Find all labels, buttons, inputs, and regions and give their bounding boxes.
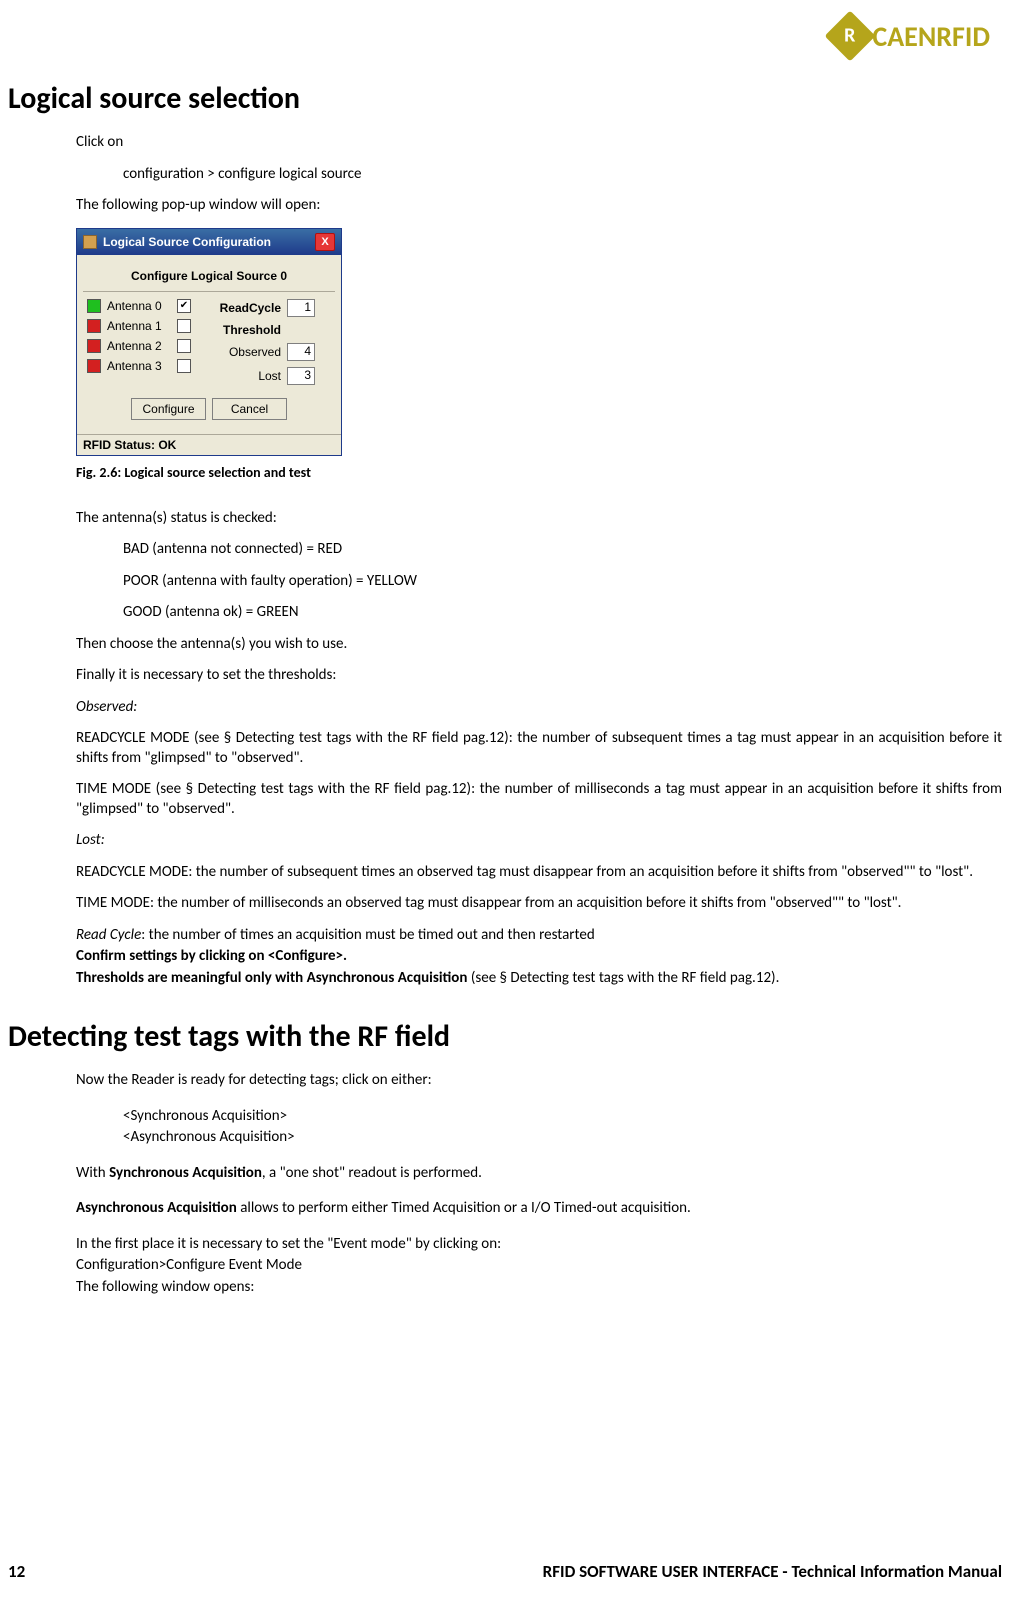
cancel-button[interactable]: Cancel	[212, 398, 287, 420]
close-button[interactable]: X	[315, 233, 335, 251]
antenna-label: Antenna 2	[107, 339, 177, 353]
lost-input[interactable]: 3	[287, 367, 315, 385]
text-menu-path: configuration > configure logical source	[123, 165, 1002, 185]
text-thresholds-note: Thresholds are meaningful only with Asyn…	[76, 969, 1002, 989]
threshold-label: Threshold	[207, 323, 287, 337]
figure-caption: Fig. 2.6: Logical source selection and t…	[76, 464, 1002, 481]
observed-input[interactable]: 4	[287, 343, 315, 361]
antenna-row: Antenna 2	[83, 336, 203, 356]
page-footer: 12 RFID SOFTWARE USER INTERFACE - Techni…	[8, 1561, 1002, 1582]
brand-text: CAENRFID	[872, 19, 990, 54]
text-set-thresholds: Finally it is necessary to set the thres…	[76, 666, 1002, 686]
observed-label: Observed	[207, 345, 287, 359]
rfid-status-bar: RFID Status: OK	[77, 434, 341, 455]
antenna-row: Antenna 0 ✔	[83, 296, 203, 316]
footer-title: RFID SOFTWARE USER INTERFACE - Technical…	[543, 1561, 1002, 1582]
text-timemode-observed: TIME MODE (see § Detecting test tags wit…	[76, 780, 1002, 819]
page-content: Logical source selection Click on config…	[0, 20, 1010, 1297]
text-sync-desc: With Synchronous Acquisition, a "one sho…	[76, 1164, 1002, 1184]
lost-label: Lost	[207, 369, 287, 383]
dialog-subheader: Configure Logical Source 0	[83, 261, 335, 292]
text-readcycle-observed: READCYCLE MODE (see § Detecting test tag…	[76, 729, 1002, 768]
page-number: 12	[8, 1561, 25, 1582]
text-confirm: Confirm settings by clicking on <Configu…	[76, 947, 1002, 967]
text-async-acq-option: <Asynchronous Acquisition>	[123, 1128, 1002, 1148]
status-indicator	[87, 339, 101, 353]
antenna-row: Antenna 3	[83, 356, 203, 376]
text-status-bad: BAD (antenna not connected) = RED	[123, 540, 1002, 560]
text-window-opens: The following window opens:	[76, 1278, 1002, 1298]
text-sync-acq-option: <Synchronous Acquisition>	[123, 1107, 1002, 1127]
label-observed: Observed:	[76, 698, 1002, 718]
section-heading-logical-source: Logical source selection	[8, 80, 1002, 117]
antenna-checkbox[interactable]: ✔	[177, 299, 191, 313]
readcycle-input[interactable]: 1	[287, 299, 315, 317]
dialog-titlebar: Logical Source Configuration X	[77, 229, 341, 255]
readcycle-label: ReadCycle	[207, 301, 287, 315]
antenna-checkbox[interactable]	[177, 359, 191, 373]
figure-dialog: Logical Source Configuration X Configure…	[76, 228, 1002, 481]
text-status-good: GOOD (antenna ok) = GREEN	[123, 603, 1002, 623]
brand-logo-icon: R	[825, 11, 876, 62]
antenna-label: Antenna 0	[107, 299, 177, 313]
antenna-label: Antenna 3	[107, 359, 177, 373]
status-indicator	[87, 299, 101, 313]
text-ready-detect: Now the Reader is ready for detecting ta…	[76, 1071, 1002, 1091]
section-heading-detecting: Detecting test tags with the RF field	[8, 1018, 1002, 1055]
dialog-window: Logical Source Configuration X Configure…	[76, 228, 342, 456]
antenna-label: Antenna 1	[107, 319, 177, 333]
status-indicator	[87, 319, 101, 333]
antenna-checkbox[interactable]	[177, 319, 191, 333]
text-readcycle-lost: READCYCLE MODE: the number of subsequent…	[76, 863, 1002, 883]
configure-button[interactable]: Configure	[131, 398, 206, 420]
dialog-title: Logical Source Configuration	[103, 235, 271, 249]
brand-logo: R CAENRFID	[832, 18, 990, 54]
text-antenna-status: The antenna(s) status is checked:	[76, 509, 1002, 529]
text-async-desc: Asynchronous Acquisition allows to perfo…	[76, 1199, 1002, 1219]
text-config-event-mode: Configuration>Configure Event Mode	[76, 1256, 1002, 1276]
antenna-row: Antenna 1	[83, 316, 203, 336]
status-indicator	[87, 359, 101, 373]
antenna-checkbox[interactable]	[177, 339, 191, 353]
text-timemode-lost: TIME MODE: the number of milliseconds an…	[76, 894, 1002, 914]
text-popup-opens: The following pop-up window will open:	[76, 196, 1002, 216]
label-lost: Lost:	[76, 831, 1002, 851]
dialog-titlebar-icon	[83, 235, 97, 249]
text-readcycle-def: Read Cycle: the number of times an acqui…	[76, 926, 1002, 946]
text-click-on: Click on	[76, 133, 1002, 153]
text-status-poor: POOR (antenna with faulty operation) = Y…	[123, 572, 1002, 592]
text-event-mode: In the first place it is necessary to se…	[76, 1235, 1002, 1255]
text-choose-antenna: Then choose the antenna(s) you wish to u…	[76, 635, 1002, 655]
